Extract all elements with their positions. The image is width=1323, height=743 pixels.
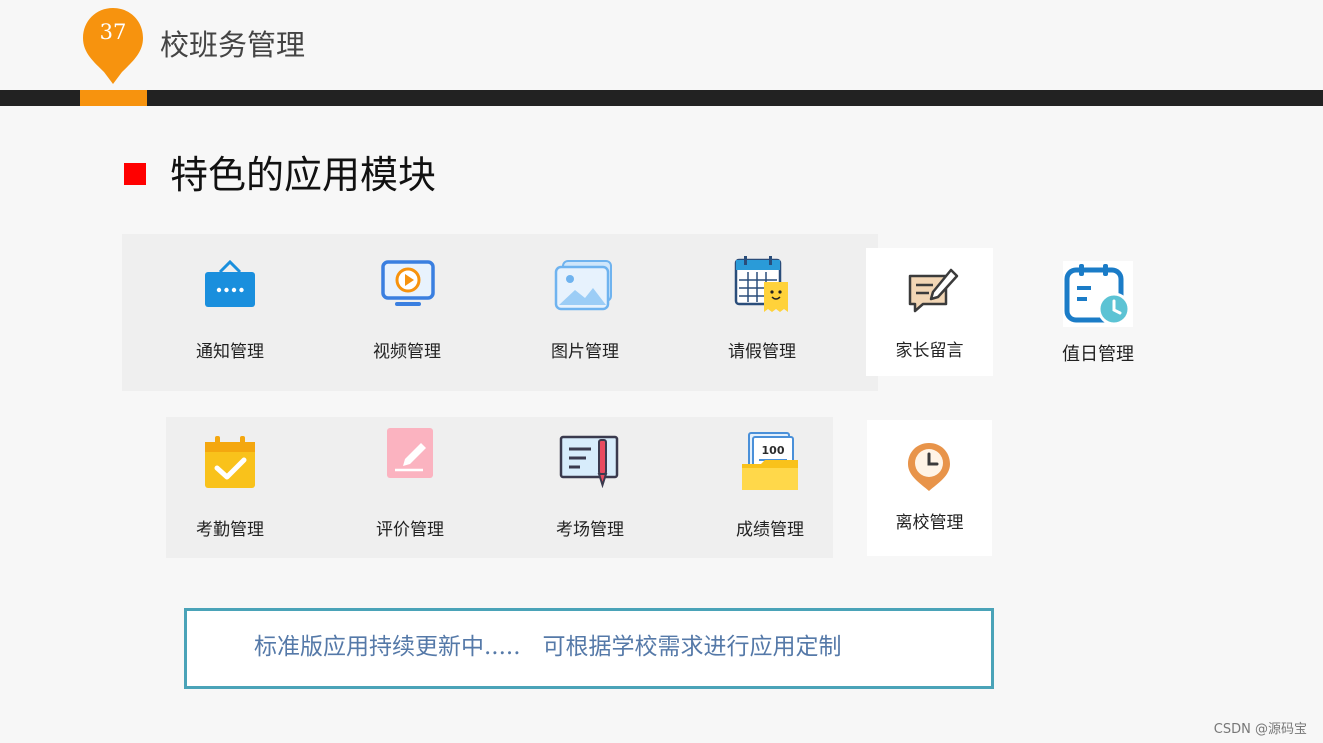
module-leave[interactable] [712,254,812,316]
module-leave-school-label: 离校管理 [895,513,964,533]
slide-number-badge-icon [83,8,143,84]
watermark: CSDN @源码宝 [1213,722,1307,737]
slide-number: 37 [99,20,127,44]
clock-pin-icon [908,443,950,491]
module-exam-room-label: 考场管理 [556,520,624,540]
module-evaluation[interactable] [360,426,460,480]
evaluation-icon [387,428,433,478]
module-exam-room[interactable] [540,432,640,488]
module-parent-message-label: 家长留言 [895,341,964,361]
duty-calendar-icon[interactable] [1063,261,1133,327]
score-folder-icon: 100 [742,432,798,490]
attendance-icon [205,436,255,488]
module-evaluation-label: 评价管理 [376,520,444,540]
module-score[interactable]: 100 [720,430,820,492]
module-image[interactable] [534,258,634,312]
section-heading: 特色的应用模块 [170,153,437,197]
module-video[interactable] [358,258,458,310]
module-notice-label: 通知管理 [196,342,264,362]
header-divider-accent [80,90,147,106]
image-icon [554,260,612,311]
video-icon [381,260,435,306]
svg-text:100: 100 [762,444,785,457]
module-notice[interactable] [180,258,280,310]
module-duty-label: 值日管理 [1062,344,1134,365]
exam-room-icon [559,435,619,488]
header-divider [0,90,1323,106]
module-video-label: 视频管理 [373,342,441,362]
leave-calendar-icon [734,256,788,312]
module-score-label: 成绩管理 [736,520,804,540]
message-edit-icon [908,268,959,313]
section-bullet [124,163,146,185]
slide-title: 校班务管理 [160,28,306,62]
info-text: 标准版应用持续更新中..... 可根据学校需求进行应用定制 [254,634,842,660]
module-leave-label: 请假管理 [728,342,796,362]
module-attendance-label: 考勤管理 [196,520,264,540]
notice-icon [205,259,255,307]
module-image-label: 图片管理 [551,342,619,362]
module-attendance[interactable] [180,434,280,492]
